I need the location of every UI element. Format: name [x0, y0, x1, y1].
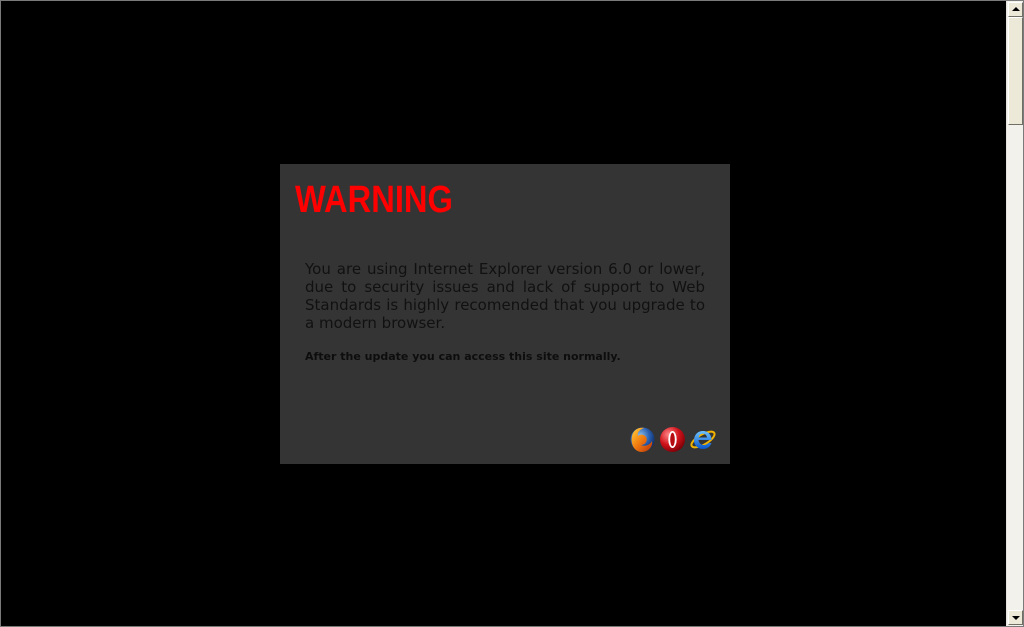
warning-message: You are using Internet Explorer version …	[305, 260, 705, 332]
internet-explorer-icon[interactable]	[689, 426, 716, 453]
warning-dialog: WARNING You are using Internet Explorer …	[280, 164, 730, 464]
opera-icon[interactable]	[659, 426, 686, 453]
browser-viewport: WARNING You are using Internet Explorer …	[0, 0, 1024, 627]
scroll-up-button[interactable]	[1008, 2, 1023, 17]
vertical-scrollbar[interactable]	[1006, 1, 1023, 626]
scrollbar-thumb[interactable]	[1008, 17, 1023, 125]
arrow-up-icon	[1012, 7, 1020, 11]
firefox-icon[interactable]	[629, 426, 656, 453]
warning-title: WARNING	[295, 179, 453, 221]
scroll-down-button[interactable]	[1008, 610, 1023, 625]
browser-download-links	[629, 426, 716, 454]
warning-note: After the update you can access this sit…	[305, 350, 621, 363]
arrow-down-icon	[1012, 616, 1020, 620]
